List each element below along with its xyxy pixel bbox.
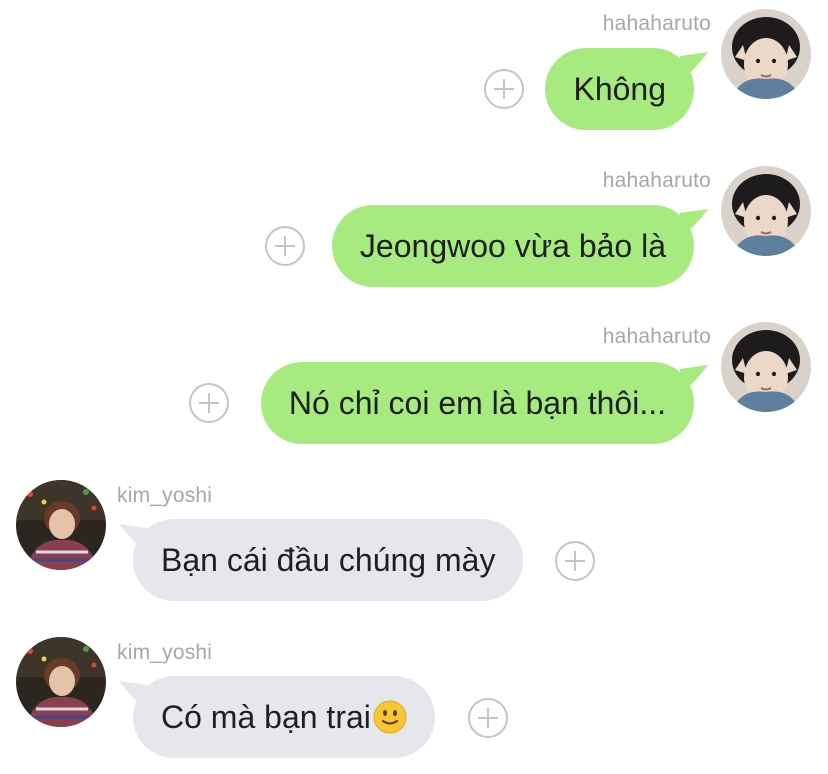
message-bubble[interactable]: Jeongwoo vừa bảo là [331, 205, 694, 287]
sender-username[interactable]: hahaharuto [603, 325, 711, 349]
sender-username[interactable]: hahaharuto [603, 12, 711, 36]
message-text: Bạn cái đầu chúng mày [161, 542, 496, 578]
avatar-photo-icon [16, 637, 106, 727]
add-reaction-icon[interactable] [468, 698, 508, 738]
sender-username[interactable]: hahaharuto [603, 169, 711, 193]
add-reaction-icon[interactable] [265, 226, 305, 266]
slightly-smiling-face-icon [373, 700, 407, 734]
message-text: Không [573, 71, 666, 107]
avatar-photo-icon [721, 9, 811, 99]
sender-username[interactable]: kim_yoshi [117, 484, 212, 508]
sender-avatar[interactable] [721, 166, 811, 256]
add-reaction-icon[interactable] [189, 383, 229, 423]
message-text: Nó chỉ coi em là bạn thôi... [288, 385, 666, 421]
avatar-photo-icon [16, 480, 106, 570]
avatar-photo-icon [721, 322, 811, 412]
message-text: Jeongwoo vừa bảo là [359, 228, 666, 264]
message-bubble[interactable]: Nó chỉ coi em là bạn thôi... [260, 362, 694, 444]
message-bubble[interactable]: Bạn cái đầu chúng mày [133, 519, 524, 601]
sender-avatar[interactable] [16, 637, 106, 727]
message-text: Có mà bạn trai [161, 699, 371, 735]
sender-avatar[interactable] [16, 480, 106, 570]
avatar-photo-icon [721, 166, 811, 256]
add-reaction-icon[interactable] [555, 541, 595, 581]
message-bubble[interactable]: Có mà bạn trai [133, 676, 435, 758]
add-reaction-icon[interactable] [484, 69, 524, 109]
sender-avatar[interactable] [721, 9, 811, 99]
message-bubble[interactable]: Không [545, 48, 694, 130]
sender-avatar[interactable] [721, 322, 811, 412]
chat-screen: { "messages": [ {"direction": "outgoing"… [0, 0, 828, 774]
sender-username[interactable]: kim_yoshi [117, 641, 212, 665]
